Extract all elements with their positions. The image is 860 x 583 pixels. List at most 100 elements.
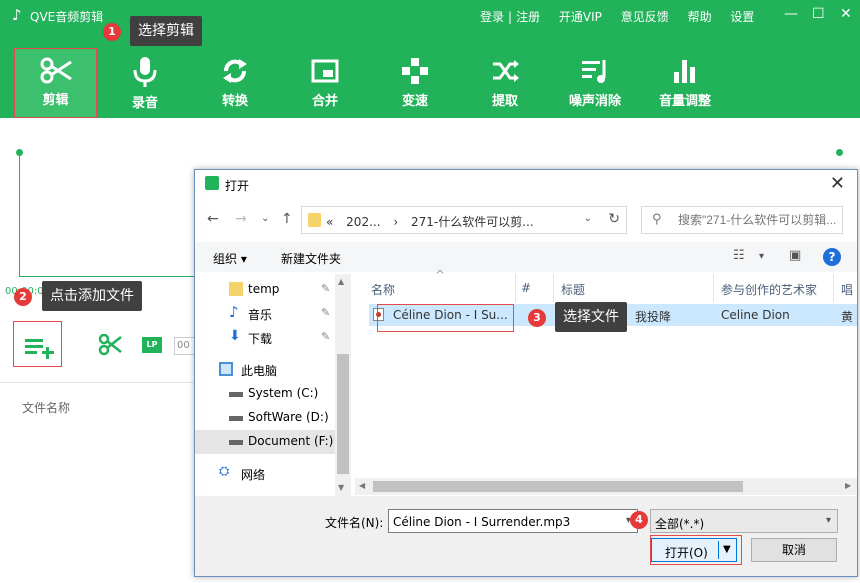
file-type-filter[interactable]: 全部(*.*) ▾	[650, 509, 838, 533]
tool-extract-label: 提取	[491, 94, 518, 109]
add-file-button[interactable]	[13, 321, 62, 367]
app-title: QVE音频剪辑	[30, 10, 104, 24]
waveform-marker-end[interactable]	[836, 149, 843, 156]
music-folder-icon: ♪	[229, 303, 239, 321]
sidebar-item-this-pc[interactable]: 此电脑	[195, 358, 335, 382]
sidebar-item-software-d[interactable]: SoftWare (D:)	[195, 406, 335, 430]
scroll-up-icon[interactable]: ▲	[338, 277, 344, 286]
navigation-scrollbar[interactable]: ▲ ▼	[335, 274, 351, 496]
volume-icon	[674, 60, 695, 83]
folder-icon	[229, 282, 243, 296]
file-album: 黄	[841, 310, 854, 324]
tool-record-label: 录音	[131, 96, 158, 111]
tool-cut-label: 剪辑	[42, 93, 69, 108]
sidebar-item-label: 下载	[248, 332, 273, 346]
column-divider	[553, 274, 554, 302]
help-icon[interactable]: ?	[823, 248, 841, 266]
pin-icon: ✎	[321, 306, 331, 319]
sidebar-item-temp[interactable]: temp ✎	[195, 278, 335, 302]
dialog-footer: 文件名(N): Céline Dion - I Surrender.mp3 ▾ …	[195, 496, 857, 576]
scissors-icon	[40, 57, 72, 84]
scroll-right-icon[interactable]: ▶	[845, 481, 851, 490]
column-album[interactable]: 唱	[841, 281, 853, 298]
file-list-scrollbar[interactable]: ◀ ▶	[355, 478, 857, 495]
lp-button[interactable]: LP	[142, 337, 162, 353]
back-button[interactable]: ←	[207, 211, 219, 227]
settings-link[interactable]: 设置	[730, 10, 754, 24]
up-button[interactable]: ↑	[281, 211, 293, 227]
callout-tip-1: 选择剪辑	[130, 16, 202, 46]
sidebar-item-music[interactable]: ♪ 音乐 ✎	[195, 302, 335, 326]
tool-speed-label: 变速	[401, 94, 428, 109]
refresh-icon[interactable]: ↻	[608, 211, 620, 227]
scroll-down-icon[interactable]: ▼	[338, 483, 344, 492]
cut-button[interactable]	[98, 333, 122, 359]
tool-extract[interactable]: 提取	[463, 48, 547, 118]
music-note-icon: ♪	[12, 6, 22, 24]
scissors-icon	[98, 333, 122, 356]
address-bar[interactable]: « 202... › 271-什么软件可以剪... ⌄ ↻	[301, 206, 627, 234]
feedback-link[interactable]: 意见反馈	[621, 10, 669, 24]
tool-volume-label: 音量调整	[658, 94, 711, 109]
sidebar-item-system-c[interactable]: System (C:)	[195, 382, 335, 406]
tool-merge[interactable]: 合并	[283, 48, 367, 118]
title-bar: ♪ QVE音频剪辑 登录 | 注册 开通VIP 意见反馈 帮助 设置 — ☐ ✕	[0, 0, 860, 32]
minimize-button[interactable]: —	[784, 6, 798, 22]
breadcrumb-item[interactable]: 202...	[346, 215, 380, 229]
tool-noise-label: 噪声消除	[568, 94, 621, 109]
divider	[0, 382, 195, 383]
sidebar-item-downloads[interactable]: ⬇ 下载 ✎	[195, 326, 335, 350]
file-name-value: Céline Dion - I Surrender.mp3	[393, 515, 571, 529]
scroll-left-icon[interactable]: ◀	[359, 481, 365, 490]
chevron-down-icon[interactable]: ⌄	[584, 213, 592, 224]
file-name-field[interactable]: Céline Dion - I Surrender.mp3 ▾	[388, 509, 638, 533]
column-divider	[713, 274, 714, 302]
open-button-highlight	[650, 535, 742, 565]
register-link[interactable]: 注册	[516, 10, 540, 24]
breadcrumb-item[interactable]: 271-什么软件可以剪...	[411, 215, 534, 229]
tool-convert[interactable]: 转换	[193, 48, 277, 118]
chevron-down-icon[interactable]: ▾	[826, 515, 831, 526]
close-button[interactable]: ✕	[840, 6, 852, 22]
scrollbar-thumb[interactable]	[337, 354, 349, 474]
search-box[interactable]: ⚲	[641, 206, 843, 234]
download-icon: ⬇	[229, 328, 241, 344]
waveform-start-line	[19, 152, 20, 276]
column-divider	[515, 274, 516, 302]
maximize-button[interactable]: ☐	[812, 6, 825, 22]
tool-volume[interactable]: 音量调整	[643, 48, 727, 118]
new-folder-button[interactable]: 新建文件夹	[281, 250, 341, 267]
tool-record[interactable]: 录音	[103, 48, 187, 118]
column-number[interactable]: #	[521, 281, 531, 295]
vip-link[interactable]: 开通VIP	[559, 10, 602, 24]
dialog-close-button[interactable]: ✕	[830, 173, 845, 194]
recent-locations-button[interactable]: ⌄	[261, 213, 269, 224]
login-link[interactable]: 登录	[480, 10, 504, 24]
organize-button[interactable]: 组织 ▾	[213, 250, 247, 267]
cancel-button[interactable]: 取消	[751, 538, 837, 562]
drive-icon	[229, 392, 243, 397]
help-link[interactable]: 帮助	[688, 10, 712, 24]
sidebar-item-document-f[interactable]: Document (F:)	[195, 430, 335, 454]
preview-pane-icon[interactable]: ▣	[789, 248, 801, 263]
breadcrumb-overflow[interactable]: «	[326, 215, 333, 229]
column-artist[interactable]: 参与创作的艺术家	[721, 281, 817, 298]
scrollbar-thumb[interactable]	[373, 481, 743, 492]
sidebar-item-label: temp	[248, 282, 280, 296]
forward-button[interactable]: →	[235, 211, 247, 227]
sidebar-item-label: SoftWare (D:)	[248, 410, 329, 424]
view-list-icon[interactable]: ☷	[733, 248, 745, 263]
file-title: 我投降	[635, 310, 672, 324]
open-file-dialog: 打开 ✕ ← → ⌄ ↑ « 202... › 271-什么软件可以剪... ⌄…	[194, 169, 858, 577]
column-title[interactable]: 标题	[561, 281, 585, 298]
sidebar-item-network[interactable]: ⛭ 网络	[195, 462, 335, 486]
tool-noise[interactable]: 噪声消除	[553, 48, 637, 118]
time-input[interactable]: 00	[174, 337, 196, 355]
search-input[interactable]	[678, 211, 838, 229]
link-separator: |	[508, 10, 513, 24]
tool-cut[interactable]: 剪辑	[14, 48, 97, 118]
column-name[interactable]: 名称	[371, 281, 395, 298]
tool-speed[interactable]: 变速	[373, 48, 457, 118]
view-dropdown[interactable]: ▾	[759, 251, 764, 262]
speed-icon	[402, 58, 428, 84]
